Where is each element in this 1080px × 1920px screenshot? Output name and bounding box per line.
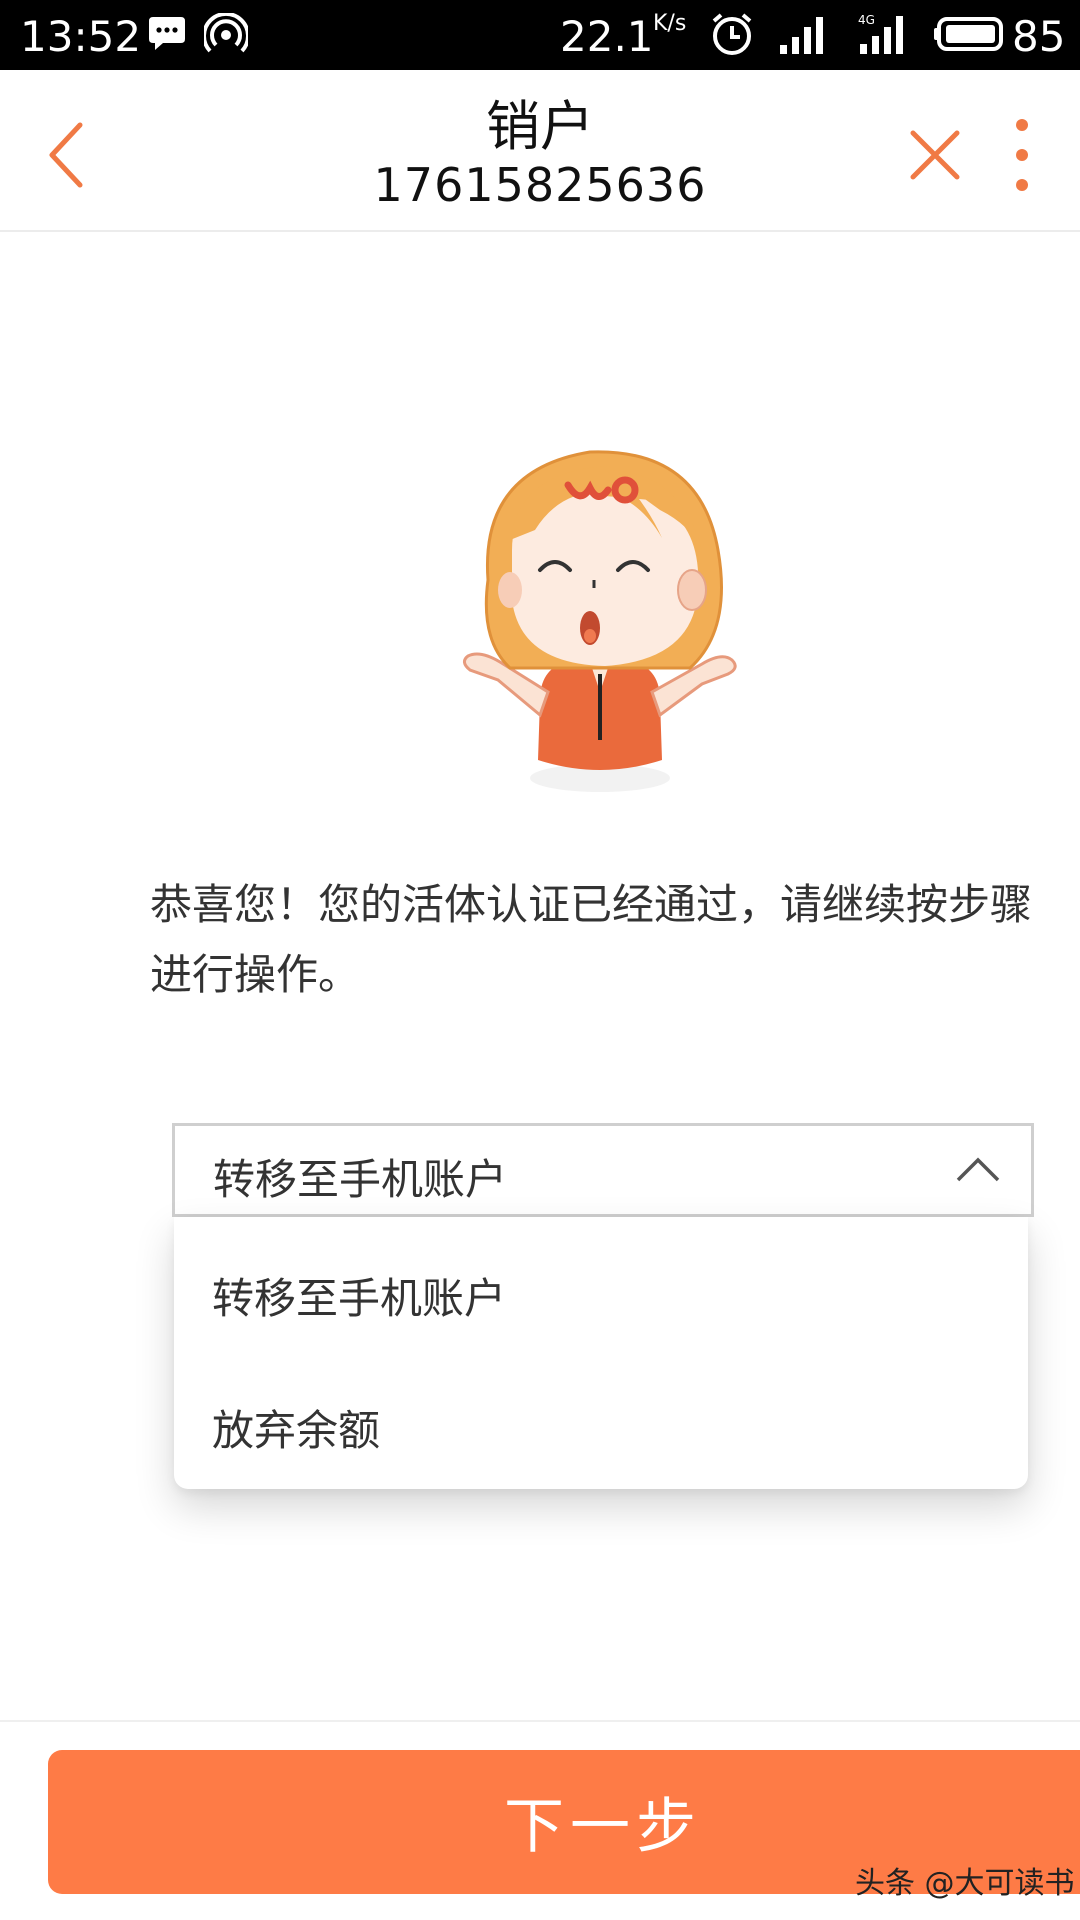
watermark: 头条 @大可读书 <box>855 1866 1075 1901</box>
signal-icon <box>780 17 823 54</box>
net-speed-unit: K/s <box>653 11 687 36</box>
battery-icon <box>934 17 1003 51</box>
hotspot-icon <box>204 13 248 53</box>
select-dropdown: 转移至手机账户 放弃余额 <box>174 1217 1028 1489</box>
divider <box>0 1720 1080 1722</box>
option-transfer[interactable]: 转移至手机账户 <box>212 1265 506 1326</box>
mascot-illustration <box>463 450 737 792</box>
net-speed: 22.1 <box>560 12 654 61</box>
4g-signal-icon: 4G <box>858 13 903 54</box>
option-abandon[interactable]: 放弃余额 <box>212 1397 380 1458</box>
battery-level: 85 <box>1012 12 1066 61</box>
svg-text:4G: 4G <box>858 13 875 27</box>
success-message: 恭喜您！您的活体认证已经通过，请继续按步骤进行操作。 <box>150 880 1033 999</box>
next-step-label: 下一步 <box>504 1792 702 1862</box>
chevron-up-icon <box>956 1157 1000 1182</box>
chat-icon <box>149 17 185 50</box>
transfer-select[interactable]: 转移至手机账户 <box>172 1123 1034 1217</box>
status-bar: 13:52 22.1 K/s 4G 85 <box>0 0 1080 70</box>
select-value: 转移至手机账户 <box>213 1155 508 1204</box>
more-icon[interactable] <box>1005 115 1039 195</box>
app-header: 销户 17615825636 <box>0 70 1080 232</box>
close-icon[interactable] <box>905 125 965 185</box>
alarm-icon <box>712 13 752 55</box>
status-time: 13:52 <box>20 12 142 61</box>
